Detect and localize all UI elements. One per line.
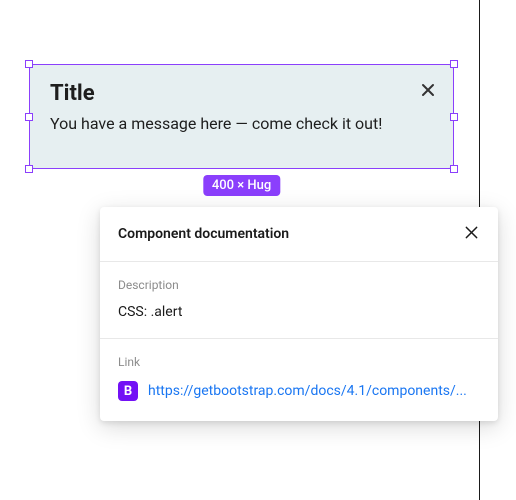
link-label: Link bbox=[118, 355, 480, 369]
alert-message: You have a message here — come check it … bbox=[50, 113, 433, 135]
close-icon bbox=[464, 225, 479, 244]
bootstrap-favicon-icon: B bbox=[118, 381, 138, 401]
panel-close-button[interactable] bbox=[462, 225, 480, 243]
close-icon bbox=[420, 82, 436, 98]
selected-component[interactable]: Title You have a message here — come che… bbox=[29, 64, 454, 169]
link-section: Link B https://getbootstrap.com/docs/4.1… bbox=[100, 339, 498, 421]
description-label: Description bbox=[118, 278, 480, 292]
alert-component[interactable]: Title You have a message here — come che… bbox=[29, 64, 454, 169]
panel-header: Component documentation bbox=[100, 207, 498, 262]
alert-title: Title bbox=[50, 81, 433, 107]
component-documentation-panel: Component documentation Description CSS:… bbox=[100, 207, 498, 421]
dimensions-badge: 400 × Hug bbox=[203, 175, 280, 196]
description-section: Description CSS: .alert bbox=[100, 262, 498, 339]
panel-title: Component documentation bbox=[118, 226, 289, 242]
link-row: B https://getbootstrap.com/docs/4.1/comp… bbox=[118, 381, 480, 401]
description-value: CSS: .alert bbox=[118, 304, 480, 320]
documentation-link[interactable]: https://getbootstrap.com/docs/4.1/compon… bbox=[148, 383, 480, 399]
alert-close-button[interactable] bbox=[417, 79, 439, 101]
